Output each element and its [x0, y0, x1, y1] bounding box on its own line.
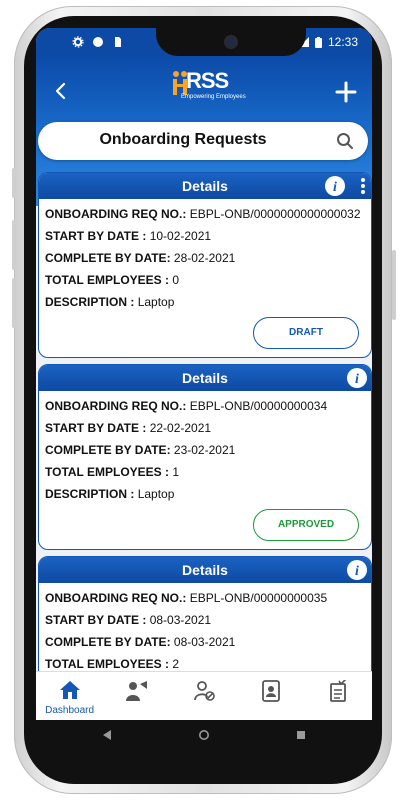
- description-value: Laptop: [137, 295, 175, 309]
- card-title: Details: [182, 562, 228, 578]
- field-label: COMPLETE BY DATE:: [45, 443, 171, 457]
- home-icon: [59, 681, 80, 699]
- card-title: Details: [182, 178, 228, 194]
- nav-documents[interactable]: [305, 672, 372, 720]
- info-icon[interactable]: i: [347, 560, 367, 580]
- status-badge-draft[interactable]: DRAFT: [253, 317, 359, 349]
- field-label: START BY DATE :: [45, 421, 147, 435]
- request-number-value: EBPL-ONB/00000000035: [189, 591, 328, 605]
- card-title: Details: [182, 370, 228, 386]
- phone-side-button: [12, 220, 16, 270]
- status-time: 12:33: [327, 35, 358, 49]
- complete-date-value: 23-02-2021: [173, 443, 236, 457]
- field-label: COMPLETE BY DATE:: [45, 635, 171, 649]
- card-header: Details i: [39, 557, 371, 583]
- back-arrow-icon[interactable]: [50, 80, 72, 102]
- description-value: Laptop: [137, 487, 175, 501]
- request-number-value: EBPL-ONB/00000000034: [189, 399, 328, 413]
- svg-text:i: i: [333, 180, 337, 195]
- status-badge-approved[interactable]: APPROVED: [253, 509, 359, 541]
- camera-notch: [156, 28, 306, 56]
- field-label: ONBOARDING REQ NO.:: [45, 399, 187, 413]
- start-date-value: 10-02-2021: [149, 229, 212, 243]
- nav-dashboard[interactable]: Dashboard: [36, 672, 103, 720]
- nav-employees[interactable]: [103, 672, 170, 720]
- description-row: DESCRIPTION : Laptop: [45, 487, 174, 501]
- system-back-icon[interactable]: [102, 730, 112, 740]
- search-icon[interactable]: [336, 132, 354, 150]
- complete-date-row: COMPLETE BY DATE: 28-02-2021: [45, 251, 235, 265]
- card-header: Details i: [39, 173, 371, 199]
- field-label: ONBOARDING REQ NO.:: [45, 207, 187, 221]
- search-bar[interactable]: Onboarding Requests: [38, 122, 368, 160]
- complete-date-value: 08-03-2021: [173, 635, 236, 649]
- system-home-icon[interactable]: [199, 730, 209, 740]
- complete-date-row: COMPLETE BY DATE: 08-03-2021: [45, 635, 235, 649]
- field-label: ONBOARDING REQ NO.:: [45, 591, 187, 605]
- contact-book-icon: [262, 680, 281, 702]
- start-date-value: 08-03-2021: [149, 613, 212, 627]
- field-label: TOTAL EMPLOYEES :: [45, 273, 170, 287]
- nav-contacts[interactable]: [238, 672, 305, 720]
- phone-side-button: [392, 250, 396, 320]
- phone-side-button: [12, 278, 16, 328]
- total-employees-value: 1: [172, 465, 180, 479]
- info-icon[interactable]: i: [325, 176, 345, 196]
- request-card[interactable]: Details i ONBOARDING REQ NO.: EBPL-ONB/0…: [38, 172, 372, 358]
- nav-user-block[interactable]: [170, 672, 237, 720]
- field-label: DESCRIPTION :: [45, 487, 135, 501]
- battery-icon: [314, 36, 322, 48]
- svg-text:i: i: [355, 372, 359, 387]
- plus-icon[interactable]: [334, 80, 358, 104]
- phone-side-button: [12, 168, 16, 198]
- request-number-value: EBPL-ONB/0000000000000032: [189, 207, 361, 221]
- field-label: START BY DATE :: [45, 229, 147, 243]
- nav-label-dashboard: Dashboard: [45, 705, 95, 716]
- description-row: DESCRIPTION : Laptop: [45, 295, 174, 309]
- request-number-row: ONBOARDING REQ NO.: EBPL-ONB/00000000034: [45, 399, 327, 413]
- system-navigation-bar: [36, 720, 372, 750]
- settings-icon: [72, 36, 84, 48]
- complete-date-value: 28-02-2021: [173, 251, 236, 265]
- field-label: START BY DATE :: [45, 613, 147, 627]
- user-block-icon: [194, 681, 215, 701]
- document-check-icon: [330, 680, 347, 702]
- total-employees-row: TOTAL EMPLOYEES : 1: [45, 465, 179, 479]
- card-header: Details i: [39, 365, 371, 391]
- request-number-row: ONBOARDING REQ NO.: EBPL-ONB/00000000035: [45, 591, 327, 605]
- logo-tagline: Empowering Employees: [181, 94, 246, 100]
- app-logo: RSS: [186, 68, 229, 93]
- request-number-row: ONBOARDING REQ NO.: EBPL-ONB/00000000000…: [45, 207, 361, 221]
- start-date-row: START BY DATE : 08-03-2021: [45, 613, 211, 627]
- complete-date-row: COMPLETE BY DATE: 23-02-2021: [45, 443, 235, 457]
- system-recents-icon[interactable]: [296, 730, 306, 740]
- start-date-row: START BY DATE : 10-02-2021: [45, 229, 211, 243]
- sim-icon: [115, 37, 121, 47]
- total-employees-row: TOTAL EMPLOYEES : 0: [45, 273, 179, 287]
- page-title: Onboarding Requests: [99, 131, 267, 148]
- employee-icon: [125, 681, 147, 701]
- total-employees-value: 0: [172, 273, 180, 287]
- request-card[interactable]: Details i ONBOARDING REQ NO.: EBPL-ONB/0…: [38, 364, 372, 550]
- camera-icon: [226, 37, 236, 47]
- circle-icon: [93, 37, 103, 47]
- field-label: TOTAL EMPLOYEES :: [45, 465, 170, 479]
- total-employees-value: 2: [172, 657, 180, 671]
- total-employees-row: TOTAL EMPLOYEES : 2: [45, 657, 179, 671]
- start-date-value: 22-02-2021: [149, 421, 212, 435]
- more-vert-icon[interactable]: [359, 176, 367, 196]
- field-label: COMPLETE BY DATE:: [45, 251, 171, 265]
- info-icon[interactable]: i: [347, 368, 367, 388]
- svg-text:i: i: [355, 564, 359, 579]
- field-label: TOTAL EMPLOYEES :: [45, 657, 170, 671]
- field-label: DESCRIPTION :: [45, 295, 135, 309]
- status-icons-left: [72, 36, 124, 48]
- bottom-navigation: Dashboard: [36, 671, 372, 720]
- start-date-row: START BY DATE : 22-02-2021: [45, 421, 211, 435]
- app-screen: 12:33 RSS Empowering Employees Onboardin…: [36, 28, 372, 720]
